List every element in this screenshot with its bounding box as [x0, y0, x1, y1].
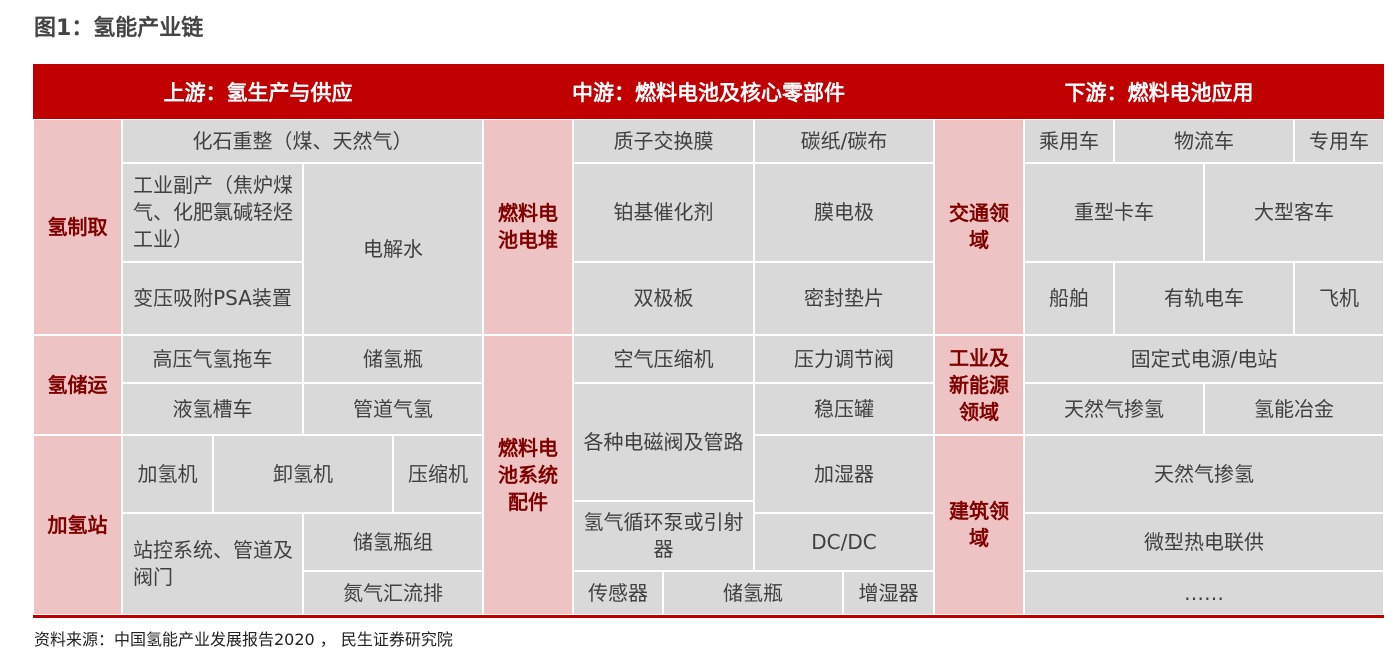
cell-heavy-truck: 重型卡车	[1024, 163, 1204, 262]
bottom-rule	[33, 615, 1384, 618]
category-refueling-station: 加氢站	[33, 435, 122, 615]
cell-storage-cylinder: 储氢瓶	[303, 335, 483, 383]
cell-carbon-paper: 碳纸/碳布	[754, 119, 934, 163]
cell-hydrogen-metallurgy: 氢能冶金	[1204, 383, 1384, 435]
category-industry-new-energy: 工业及新能源领域	[934, 335, 1024, 435]
cell-pem: 质子交换膜	[573, 119, 754, 163]
cell-stationary-power: 固定式电源/电站	[1024, 335, 1384, 383]
cell-pressure-valve: 压力调节阀	[754, 335, 934, 383]
figure-title: 图1：氢能产业链	[34, 16, 204, 41]
cell-compressor: 压缩机	[393, 435, 483, 513]
cell-unloader: 卸氢机	[213, 435, 393, 513]
cell-passenger-car: 乘用车	[1024, 119, 1114, 163]
cell-nitrogen-manifold: 氮气汇流排	[303, 571, 483, 615]
downstream-header: 下游：燃料电池应用	[934, 64, 1384, 119]
cell-air-compressor: 空气压缩机	[573, 335, 754, 383]
cell-humidifier: 加湿器	[754, 435, 934, 513]
cell-station-control: 站控系统、管道及阀门	[122, 513, 303, 615]
cell-bipolar-plate: 双极板	[573, 262, 754, 335]
cell-psa: 变压吸附PSA装置	[122, 262, 303, 335]
category-hydrogen-storage: 氢储运	[33, 335, 122, 435]
cell-humidifier-2: 增湿器	[843, 571, 934, 615]
hydrogen-industry-chain-table: 上游：氢生产与供应 中游：燃料电池及核心零部件 下游：燃料电池应用 氢制取 化石…	[33, 64, 1384, 618]
cell-electrolysis: 电解水	[303, 163, 483, 335]
cell-cylinder-group: 储氢瓶组	[303, 513, 483, 571]
cell-gasket: 密封垫片	[754, 262, 934, 335]
cell-fossil-reforming: 化石重整（煤、天然气）	[122, 119, 483, 163]
cell-tram: 有轨电车	[1114, 262, 1294, 335]
cell-micro-chp: 微型热电联供	[1024, 513, 1384, 571]
category-building: 建筑领域	[934, 435, 1024, 615]
cell-liquid-tanker: 液氢槽车	[122, 383, 303, 435]
cell-tube-trailer: 高压气氢拖车	[122, 335, 303, 383]
cell-mea: 膜电极	[754, 163, 934, 262]
cell-catalyst: 铂基催化剂	[573, 163, 754, 262]
source-note: 资料来源：中国氢能产业发展报告2020 ， 民生证券研究院	[34, 630, 453, 649]
cell-solenoid-valves: 各种电磁阀及管路	[573, 383, 754, 501]
cell-pipeline-hydrogen: 管道气氢	[303, 383, 483, 435]
cell-ng-blending-industry: 天然气掺氢	[1024, 383, 1204, 435]
cell-aircraft: 飞机	[1294, 262, 1384, 335]
cell-special-vehicle: 专用车	[1294, 119, 1384, 163]
cell-recirculation-pump: 氢气循环泵或引射器	[573, 501, 754, 571]
cell-dcdc: DC/DC	[754, 513, 934, 571]
cell-ng-blending-building: 天然气掺氢	[1024, 435, 1384, 513]
category-fuel-cell-stack: 燃料电池电堆	[483, 119, 573, 335]
cell-sensor: 传感器	[573, 571, 663, 615]
cell-ellipsis: ……	[1024, 571, 1384, 615]
upstream-header: 上游：氢生产与供应	[33, 64, 483, 119]
cell-dispenser: 加氢机	[122, 435, 213, 513]
cell-bus: 大型客车	[1204, 163, 1384, 262]
midstream-header: 中游：燃料电池及核心零部件	[483, 64, 934, 119]
cell-surge-tank: 稳压罐	[754, 383, 934, 435]
category-fuel-cell-system: 燃料电池系统配件	[483, 335, 573, 615]
cell-h2-cylinder: 储氢瓶	[663, 571, 843, 615]
cell-industrial-byproduct: 工业副产（焦炉煤气、化肥氯碱轻烃工业）	[122, 163, 303, 262]
category-transport: 交通领域	[934, 119, 1024, 335]
category-hydrogen-production: 氢制取	[33, 119, 122, 335]
cell-ship: 船舶	[1024, 262, 1114, 335]
cell-logistics-vehicle: 物流车	[1114, 119, 1294, 163]
